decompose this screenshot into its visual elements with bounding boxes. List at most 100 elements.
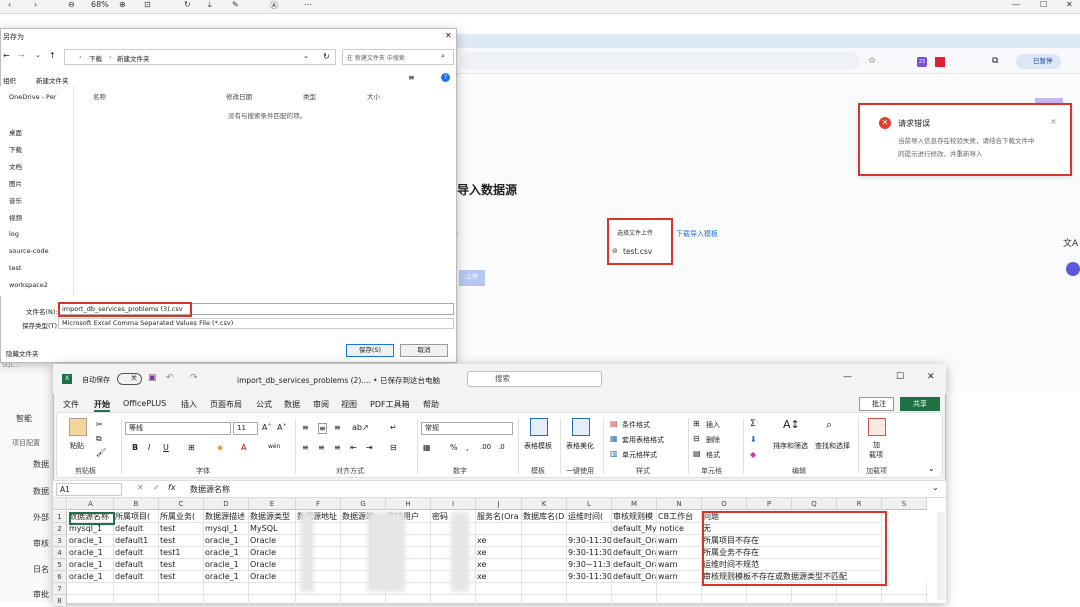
row-header[interactable]: 6 <box>53 571 67 583</box>
extension-badge[interactable]: 23 <box>917 57 927 67</box>
column-header-I[interactable]: I <box>431 498 476 510</box>
assistant-icon[interactable] <box>1066 262 1080 276</box>
find-select-button[interactable]: 查找和选择 <box>815 441 850 451</box>
tree-item[interactable]: source-code <box>9 247 49 255</box>
table-cell[interactable]: oracle_1 <box>204 535 249 547</box>
cond-format-button[interactable]: 条件格式 <box>622 420 650 430</box>
address-bar[interactable] <box>460 52 860 70</box>
beautify-label[interactable]: 表格美化 <box>566 441 594 451</box>
vertical-scrollbar[interactable] <box>937 512 945 600</box>
table-cell[interactable] <box>567 523 612 535</box>
share-button[interactable]: 共享 <box>900 397 940 411</box>
submit-button[interactable]: 上传 <box>459 270 485 286</box>
table-cell[interactable] <box>68 595 114 607</box>
tab-insert[interactable]: 插入 <box>181 399 197 410</box>
decrease-font-icon[interactable]: A˅ <box>277 423 286 432</box>
table-cell[interactable] <box>702 595 747 607</box>
align-center-icon[interactable]: ≡ <box>318 443 325 452</box>
draw-icon[interactable]: ✎ <box>232 0 239 9</box>
recent-dropdown-icon[interactable]: ⌄ <box>35 51 41 59</box>
tree-item[interactable]: OneDrive - Per <box>9 93 56 101</box>
comma-icon[interactable]: , <box>466 443 469 452</box>
table-template-label[interactable]: 表格模板 <box>524 441 552 451</box>
table-cell[interactable]: 数据源描述 <box>204 511 249 523</box>
align-right-icon[interactable]: ≡ <box>334 443 341 452</box>
paste-label[interactable]: 粘贴 <box>70 441 84 451</box>
table-cell[interactable]: xe <box>476 559 522 571</box>
table-cell[interactable]: default <box>114 559 159 571</box>
table-cell[interactable]: default <box>114 547 159 559</box>
save-button[interactable]: 保存(S) <box>346 344 394 357</box>
row-header[interactable]: 8 <box>53 595 67 607</box>
table-cell[interactable]: default_Ora <box>612 547 657 559</box>
table-cell[interactable]: 所属项目( <box>114 511 159 523</box>
table-cell[interactable]: warn <box>657 547 702 559</box>
table-cell[interactable]: 9:30-11:30, <box>567 571 612 583</box>
table-cell[interactable]: Oracle <box>249 571 296 583</box>
table-template-icon[interactable] <box>530 418 548 436</box>
tab-data[interactable]: 数据 <box>284 399 300 410</box>
table-cell[interactable] <box>341 595 386 607</box>
sidebar-item[interactable]: 审批 <box>33 589 49 600</box>
font-name-select[interactable]: 等线 <box>125 422 231 435</box>
insert-cells-button[interactable]: 插入 <box>706 420 720 430</box>
table-cell[interactable] <box>837 595 882 607</box>
row-header[interactable]: 3 <box>53 535 67 547</box>
wrap-text-icon[interactable]: ↵ <box>390 423 397 432</box>
indent-decrease-icon[interactable]: ⇤ <box>350 443 357 452</box>
table-cell[interactable] <box>522 535 567 547</box>
table-cell[interactable] <box>522 547 567 559</box>
table-cell[interactable]: 审核规则模 <box>612 511 657 523</box>
sidebar-item[interactable]: 外部 <box>33 512 49 523</box>
read-aloud-icon[interactable]: Ⓐ <box>270 0 278 11</box>
close-icon[interactable]: ✕ <box>1066 0 1073 9</box>
format-cells-button[interactable]: 格式 <box>706 450 720 460</box>
table-cell[interactable] <box>114 583 159 595</box>
help-icon[interactable]: ? <box>441 73 450 82</box>
path-bar[interactable]: › 下载 › 新建文件夹 ⌄ ↻ <box>64 49 336 65</box>
increase-font-icon[interactable]: A˄ <box>262 423 271 432</box>
table-cell[interactable]: test <box>159 571 204 583</box>
tab-home[interactable]: 开始 <box>94 399 110 412</box>
col-date[interactable]: 修改日期 <box>226 91 252 101</box>
table-cell[interactable]: 9:30-11:30, <box>567 547 612 559</box>
undo-icon[interactable]: ↶ <box>166 373 174 383</box>
filetype-select[interactable]: Microsoft Excel Comma Separated Values F… <box>58 318 454 329</box>
font-color-icon[interactable]: A <box>241 443 246 452</box>
table-cell[interactable]: default_My notice <box>612 523 702 535</box>
table-cell[interactable] <box>249 595 296 607</box>
table-cell[interactable]: Oracle <box>249 535 296 547</box>
orientation-icon[interactable]: ab↗ <box>352 423 369 432</box>
sidebar-item[interactable]: 日名 <box>33 564 49 575</box>
cut-icon[interactable]: ✂ <box>96 420 103 429</box>
tab-formulas[interactable]: 公式 <box>256 399 272 410</box>
table-cell[interactable]: 服务名(Ora <box>476 511 522 523</box>
addins-label-2[interactable]: 载项 <box>869 450 883 460</box>
table-cell[interactable] <box>792 595 837 607</box>
tree-item[interactable]: 图片 <box>9 178 22 188</box>
table-cell[interactable] <box>522 523 567 535</box>
tab-file[interactable]: 文件 <box>63 399 79 410</box>
align-top-icon[interactable]: ≡ <box>302 423 309 432</box>
table-cell[interactable]: default1 <box>114 535 159 547</box>
number-format-select[interactable]: 常规 <box>421 422 513 435</box>
tree-item[interactable]: 视频 <box>9 212 22 222</box>
font-size-select[interactable]: 11 <box>233 422 258 435</box>
forward-arrow-icon[interactable]: → <box>18 51 25 60</box>
table-format-button[interactable]: 套用表格格式 <box>622 435 664 445</box>
copy-icon[interactable]: ⧉ <box>96 434 102 444</box>
collapse-ribbon-icon[interactable]: ⌄ <box>928 464 935 473</box>
tab-review[interactable]: 审阅 <box>313 399 329 410</box>
table-cell[interactable]: warn <box>657 571 702 583</box>
table-cell[interactable]: default_Ora <box>612 559 657 571</box>
extensions-icon[interactable]: ⧉ <box>992 56 998 66</box>
refresh-icon[interactable]: ↻ <box>323 52 330 61</box>
paused-button[interactable]: 已暂停 <box>1016 54 1061 69</box>
forward-icon[interactable]: › <box>34 0 37 9</box>
table-cell[interactable]: test <box>159 535 204 547</box>
increase-decimal-icon[interactable]: .00 <box>480 443 491 451</box>
row-header[interactable]: 1 <box>53 511 67 523</box>
paste-icon[interactable] <box>69 418 87 436</box>
table-cell[interactable]: 运维时间( <box>567 511 612 523</box>
rotate-icon[interactable]: ↻ <box>184 0 191 9</box>
